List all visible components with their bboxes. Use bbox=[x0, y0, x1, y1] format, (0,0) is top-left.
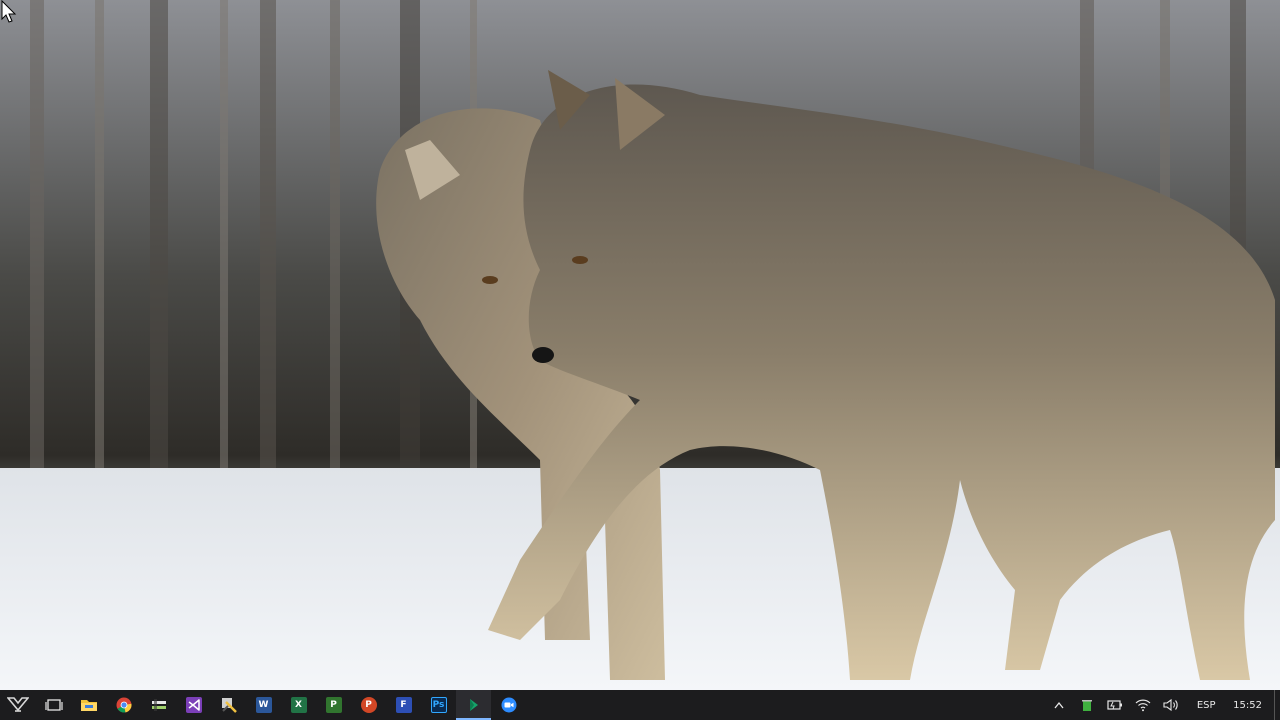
zoom-icon bbox=[501, 697, 516, 713]
tools-icon bbox=[151, 699, 166, 711]
taskbar-app-chrome[interactable] bbox=[106, 690, 141, 720]
start-icon bbox=[7, 697, 29, 712]
taskbar-app-flow[interactable]: F bbox=[386, 690, 421, 720]
taskbar-app-word[interactable]: W bbox=[246, 690, 281, 720]
tray-network[interactable] bbox=[1129, 690, 1157, 720]
powerpoint-icon: P bbox=[360, 697, 377, 713]
taskbar-app-zoom[interactable] bbox=[491, 690, 526, 720]
taskbar-app-excel[interactable]: X bbox=[281, 690, 316, 720]
excel-icon: X bbox=[290, 697, 307, 713]
taskbar: W X P P F Ps ESP 15:52 bbox=[0, 690, 1280, 720]
desktop-wallpaper bbox=[0, 0, 1280, 690]
show-desktop-button[interactable] bbox=[1274, 690, 1280, 720]
show-hidden-icons-button[interactable] bbox=[1045, 690, 1073, 720]
tray-battery-status[interactable] bbox=[1073, 690, 1101, 720]
word-icon: W bbox=[255, 697, 272, 713]
utility-icon bbox=[221, 698, 237, 713]
green-status-icon bbox=[1082, 700, 1093, 711]
project-icon: P bbox=[325, 697, 342, 713]
taskbar-app-photoshop[interactable]: Ps bbox=[421, 690, 456, 720]
clock[interactable]: 15:52 bbox=[1227, 690, 1274, 720]
language-indicator[interactable]: ESP bbox=[1185, 690, 1227, 720]
chrome-icon bbox=[116, 697, 132, 713]
wallpaper-wolves-image bbox=[0, 0, 1280, 690]
start-button[interactable] bbox=[0, 690, 36, 720]
photoshop-icon: Ps bbox=[430, 697, 447, 713]
taskbar-app-camtasia[interactable] bbox=[456, 690, 491, 720]
task-view-icon bbox=[44, 699, 63, 711]
system-tray: ESP 15:52 bbox=[1045, 690, 1280, 720]
flow-icon: F bbox=[395, 697, 412, 713]
taskbar-app-visual-studio[interactable] bbox=[176, 690, 211, 720]
taskbar-app-utility[interactable] bbox=[211, 690, 246, 720]
taskbar-app-file-explorer[interactable] bbox=[71, 690, 106, 720]
tray-power[interactable] bbox=[1101, 690, 1129, 720]
taskbar-app-powerpoint[interactable]: P bbox=[351, 690, 386, 720]
taskbar-app-project[interactable]: P bbox=[316, 690, 351, 720]
mouse-cursor-icon bbox=[1, 0, 17, 23]
battery-icon bbox=[1107, 700, 1123, 710]
wifi-icon bbox=[1135, 699, 1151, 712]
taskbar-app-toolbox[interactable] bbox=[141, 690, 176, 720]
tray-volume[interactable] bbox=[1157, 690, 1185, 720]
speaker-icon bbox=[1163, 698, 1178, 712]
visual-studio-icon bbox=[185, 697, 202, 713]
folder-icon bbox=[80, 700, 97, 711]
camtasia-icon bbox=[469, 699, 478, 711]
chevron-up-icon bbox=[1054, 701, 1064, 709]
task-view-button[interactable] bbox=[36, 690, 71, 720]
